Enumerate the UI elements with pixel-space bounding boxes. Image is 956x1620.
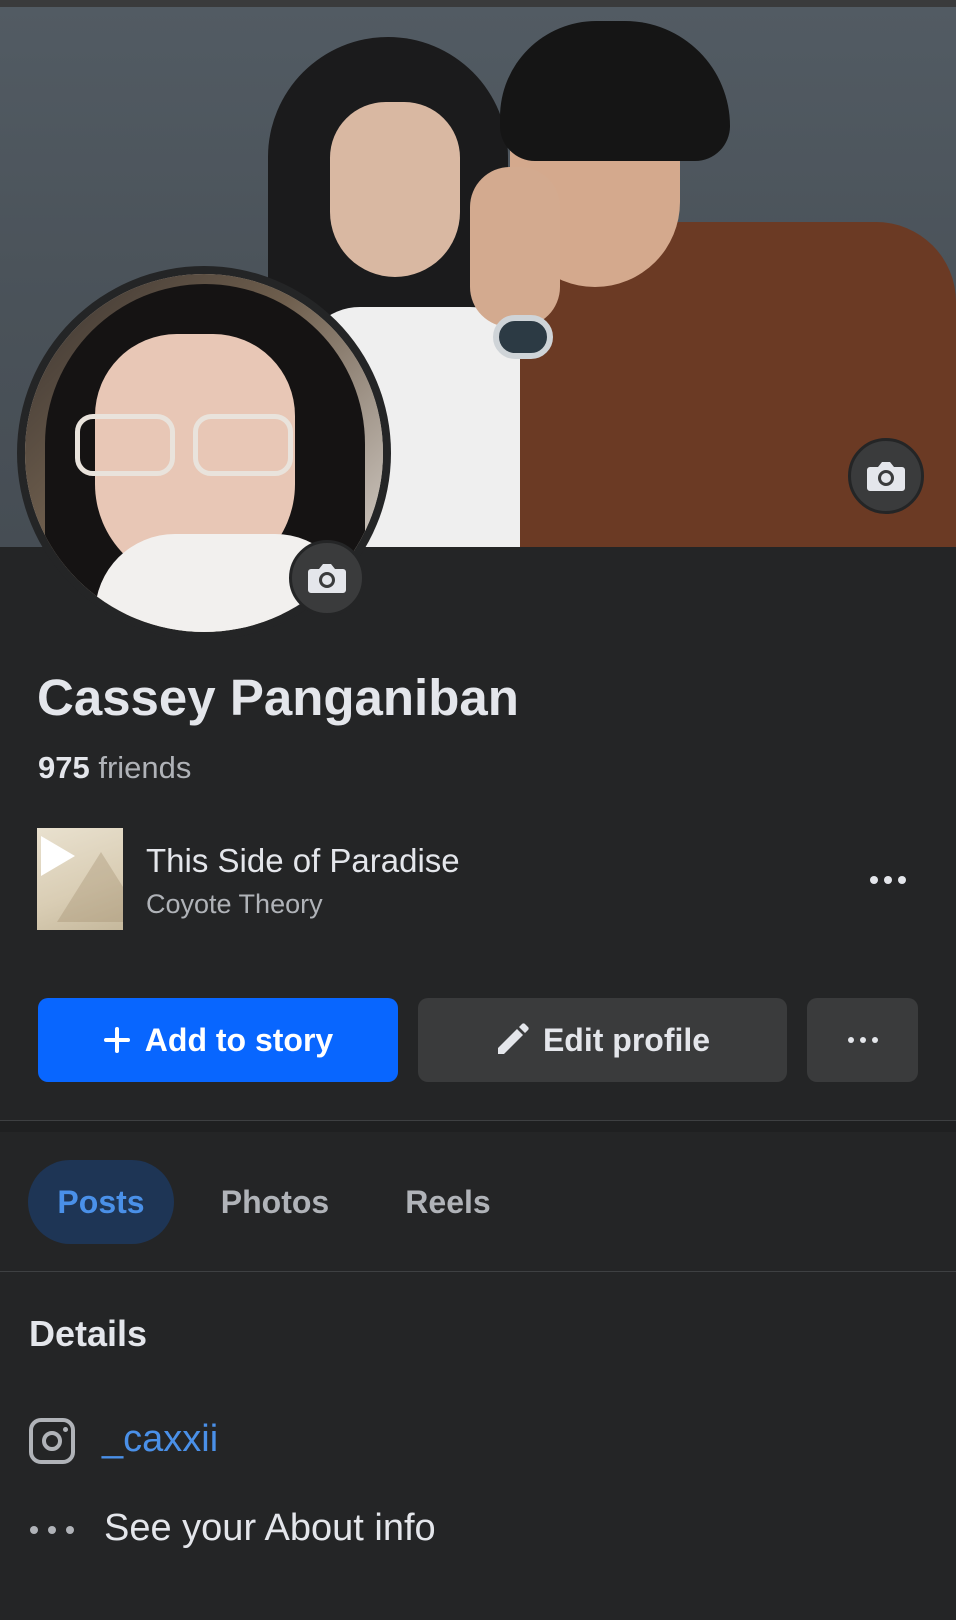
song-album-art[interactable]: [37, 828, 123, 930]
add-to-story-button[interactable]: Add to story: [38, 998, 398, 1082]
camera-icon: [867, 462, 905, 491]
tab-photos[interactable]: Photos: [205, 1160, 345, 1244]
pencil-icon: [497, 1023, 529, 1054]
add-to-story-label: Add to story: [144, 1021, 334, 1058]
edit-cover-photo-button[interactable]: [848, 438, 924, 514]
edit-profile-label: Edit profile: [542, 1021, 711, 1058]
play-icon[interactable]: [41, 836, 75, 876]
more-horizontal-icon: [66, 1526, 74, 1534]
edit-profile-button[interactable]: Edit profile: [418, 998, 787, 1082]
friends-label: friends: [98, 750, 192, 785]
song-artist: Coyote Theory: [146, 889, 323, 919]
tab-posts[interactable]: Posts: [28, 1160, 174, 1244]
friends-count[interactable]: 975 friends: [38, 750, 191, 786]
more-horizontal-icon: [30, 1518, 74, 1542]
song-title[interactable]: This Side of Paradise: [146, 842, 460, 880]
section-divider: [0, 1120, 956, 1132]
avatar-figure: [75, 414, 175, 476]
status-bar-strip: [0, 0, 956, 7]
tabs-divider: [0, 1271, 956, 1272]
more-horizontal-icon: [871, 1037, 878, 1043]
more-options-button[interactable]: [807, 998, 918, 1082]
instagram-icon-lens: [42, 1431, 62, 1451]
plus-icon: [103, 1027, 130, 1053]
avatar-figure: [193, 414, 293, 476]
more-horizontal-icon: [847, 1037, 854, 1043]
instagram-link[interactable]: _caxxii: [102, 1418, 218, 1461]
more-horizontal-icon: [859, 1037, 866, 1043]
edit-profile-picture-button[interactable]: [289, 540, 365, 616]
cover-photo-figure: [493, 315, 553, 359]
camera-icon: [308, 564, 346, 593]
more-horizontal-icon: [48, 1526, 56, 1534]
see-about-info-link[interactable]: See your About info: [104, 1507, 436, 1550]
instagram-icon-dot: [63, 1427, 68, 1432]
tab-reels[interactable]: Reels: [388, 1160, 508, 1244]
profile-name: Cassey Panganiban: [37, 669, 519, 726]
friends-number: 975: [38, 750, 90, 785]
cover-photo-figure: [330, 102, 460, 277]
details-heading: Details: [29, 1313, 148, 1354]
cover-photo-figure: [500, 21, 730, 161]
more-horizontal-icon: [884, 876, 892, 884]
cover-photo-figure: [470, 167, 560, 327]
more-horizontal-icon: [30, 1526, 38, 1534]
more-horizontal-icon: [898, 876, 906, 884]
song-more-button[interactable]: [860, 862, 916, 898]
more-horizontal-icon: [870, 876, 878, 884]
instagram-icon: [29, 1418, 75, 1464]
